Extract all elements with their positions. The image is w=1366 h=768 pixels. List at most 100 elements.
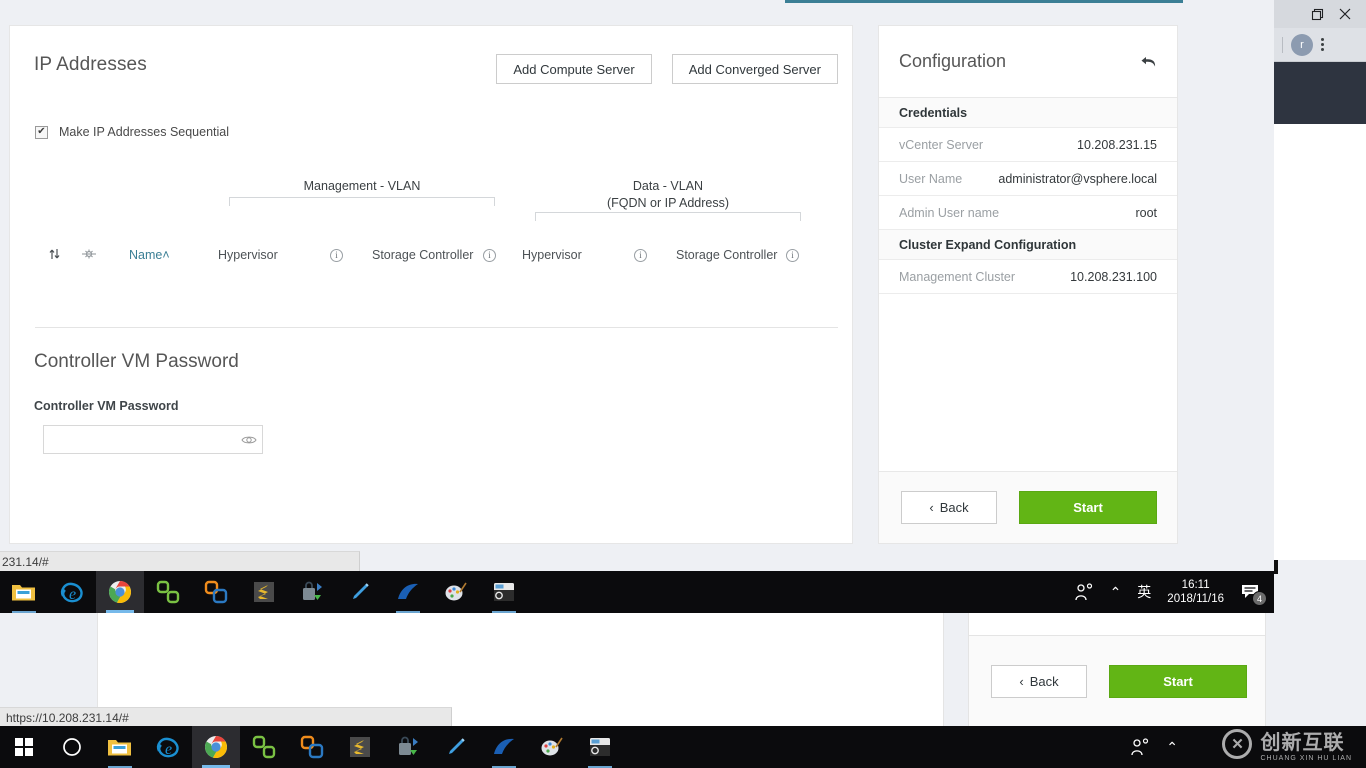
ime-indicator[interactable]: 英 [1137, 582, 1151, 602]
config-row: Management Cluster 10.208.231.100 [879, 260, 1177, 294]
taskbar-item-paint-icon[interactable] [432, 571, 480, 613]
installer-window: IP Addresses Add Compute Server Add Conv… [0, 0, 1274, 572]
config-row-value: 10.208.231.100 [1070, 269, 1157, 284]
column-header-mgmt-hypervisor[interactable]: Hypervisor [218, 248, 278, 262]
close-icon[interactable] [1338, 7, 1352, 21]
taskbar-item-vmware-workstation-icon[interactable] [192, 571, 240, 613]
taskbar-item-putty-icon[interactable] [480, 571, 528, 613]
add-converged-server-button[interactable]: Add Converged Server [671, 54, 838, 84]
config-row: User Name administrator@vsphere.local [879, 162, 1177, 196]
clock[interactable]: 16:11 2018/11/16 [1167, 578, 1224, 606]
background-start-button[interactable]: Start [1109, 664, 1247, 698]
taskbar-item-secure-crt-icon[interactable] [384, 726, 432, 768]
chrome-white-page-area [1274, 124, 1366, 160]
watermark-text-cn: 创新互联 [1260, 732, 1345, 754]
config-row-key: Management Cluster [899, 269, 1016, 284]
column-group-management-label: Management - VLAN [303, 179, 421, 193]
taskbar-item-wireshark-icon[interactable] [384, 571, 432, 613]
column-group-data-bracket [535, 212, 801, 222]
svg-text:e: e [165, 741, 172, 758]
config-row-value: administrator@vsphere.local [998, 171, 1157, 186]
configuration-panel-title: Configuration [899, 51, 1007, 71]
chrome-toolbar: r [1274, 28, 1366, 62]
toolbar-divider [1282, 36, 1283, 53]
people-share-icon[interactable] [1130, 738, 1150, 756]
clock-date: 2018/11/16 [1167, 593, 1224, 605]
taskbar-item-putty-icon[interactable] [576, 726, 624, 768]
show-hidden-icons-chevron-icon[interactable]: ⌃ [1166, 739, 1178, 756]
show-hidden-icons-chevron-icon[interactable]: ⌃ [1110, 584, 1122, 601]
column-settings-icon[interactable] [82, 248, 96, 260]
watermark-text-en: CHUANG XIN HU LIAN [1260, 755, 1352, 762]
sort-icon[interactable] [49, 248, 60, 260]
password-section-title: Controller VM Password [34, 351, 239, 372]
kebab-menu-icon[interactable] [1321, 38, 1324, 51]
column-group-management-bracket [229, 197, 495, 207]
taskbar-item-google-chrome-icon[interactable] [192, 726, 240, 768]
watermark-logo-icon: ✕ [1222, 729, 1253, 759]
undo-arrow-icon[interactable] [1140, 55, 1157, 69]
configuration-panel-header: Configuration [879, 26, 1177, 98]
config-row: vCenter Server 10.208.231.15 [879, 128, 1177, 162]
taskbar-item-paint-icon[interactable] [528, 726, 576, 768]
ip-addresses-card: IP Addresses Add Compute Server Add Conv… [9, 25, 853, 544]
add-compute-server-button[interactable]: Add Compute Server [496, 54, 652, 84]
taskbar-item-vmware-remote-console-icon[interactable] [144, 571, 192, 613]
cortana-circle-icon[interactable] [48, 726, 96, 768]
notification-count-badge: 4 [1252, 591, 1267, 606]
taskbar-item-internet-explorer-icon[interactable]: e [144, 726, 192, 768]
restore-icon[interactable] [1311, 8, 1324, 21]
active-tab-accent [785, 0, 1183, 3]
chrome-dark-page-area [1274, 62, 1366, 124]
make-sequential-label: Make IP Addresses Sequential [59, 125, 230, 139]
avatar[interactable]: r [1291, 33, 1313, 56]
password-input-wrapper[interactable] [43, 425, 263, 454]
taskbar-item-sublime-text-icon[interactable] [336, 726, 384, 768]
background-back-label: Back [1029, 673, 1059, 689]
notification-icon[interactable]: 4 [1240, 582, 1267, 606]
taskbar-item-file-explorer-icon[interactable] [0, 571, 48, 613]
make-sequential-checkbox[interactable]: ✔ [35, 125, 48, 139]
column-group-management: Management - VLAN [229, 178, 495, 207]
taskbar-item-sublime-text-icon[interactable] [240, 571, 288, 613]
make-sequential-row[interactable]: ✔ Make IP Addresses Sequential [35, 125, 229, 139]
server-table-header: Name˄ Hypervisor i Storage Controller i … [35, 248, 838, 274]
taskbar-item-wireshark-icon[interactable] [480, 726, 528, 768]
column-header-mgmt-hypervisor-info[interactable]: i [330, 248, 343, 262]
config-row-value: 10.208.231.15 [1077, 137, 1157, 152]
taskbar: e ⌃ [0, 726, 1366, 768]
taskbar-app-list: e [0, 726, 624, 768]
windows-start-icon[interactable] [0, 726, 48, 768]
bracket-line [229, 197, 495, 198]
watermark: ✕ 创新互联 CHUANG XIN HU LIAN [1222, 726, 1352, 762]
taskbar-item-pen-tool-icon[interactable] [432, 726, 480, 768]
bracket-line [535, 212, 801, 213]
column-header-data-hypervisor[interactable]: Hypervisor [522, 248, 582, 262]
column-header-mgmt-storage-controller[interactable]: Storage Controller [372, 248, 473, 262]
background-panel-footer: ‹ Back Start [969, 636, 1265, 726]
controller-vm-password-input[interactable] [44, 426, 236, 453]
config-row: Admin User name root [879, 196, 1177, 230]
column-header-data-storage-controller-info[interactable]: i [786, 248, 799, 262]
taskbar-item-pen-tool-icon[interactable] [336, 571, 384, 613]
people-share-icon[interactable] [1074, 583, 1094, 601]
back-button-label: Back [939, 500, 969, 515]
column-header-data-hypervisor-info[interactable]: i [634, 248, 647, 262]
column-header-data-storage-controller[interactable]: Storage Controller [676, 248, 777, 262]
taskbar-item-vmware-remote-console-icon[interactable] [240, 726, 288, 768]
page-title: IP Addresses [34, 54, 147, 75]
taskbar-item-secure-crt-icon[interactable] [288, 571, 336, 613]
column-header-name[interactable]: Name˄ [129, 248, 170, 262]
taskbar-item-vmware-workstation-icon[interactable] [288, 726, 336, 768]
column-group-data: Data - VLAN (FQDN or IP Address) [535, 178, 801, 222]
taskbar-item-file-explorer-icon[interactable] [96, 726, 144, 768]
eye-icon[interactable] [236, 426, 262, 453]
taskbar-item-google-chrome-icon[interactable] [96, 571, 144, 613]
status-bar-url-top: 231.14/# [0, 551, 360, 571]
taskbar-item-internet-explorer-icon[interactable]: e [48, 571, 96, 613]
configuration-panel-body: Credentials vCenter Server 10.208.231.15… [879, 98, 1177, 471]
start-button[interactable]: Start [1019, 491, 1157, 524]
background-back-button[interactable]: ‹ Back [991, 664, 1087, 698]
back-button[interactable]: ‹ Back [901, 491, 997, 524]
column-header-mgmt-storage-controller-info[interactable]: i [483, 248, 496, 262]
